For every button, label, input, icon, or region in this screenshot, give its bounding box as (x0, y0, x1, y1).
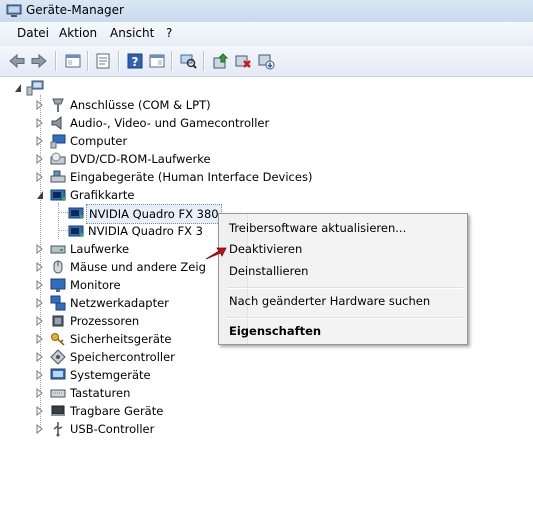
menu-help[interactable]: ? (166, 26, 172, 40)
tree-item-label: DVD/CD-ROM-Laufwerke (70, 152, 211, 166)
menu-item-uninstall[interactable]: Deinstallieren (229, 261, 308, 281)
storage-controller-icon (50, 349, 66, 365)
expand-arrow-icon[interactable] (36, 406, 44, 416)
tree-item-label: Anschlüsse (COM & LPT) (70, 98, 211, 112)
help-icon[interactable]: ? (126, 52, 144, 70)
port-icon (52, 98, 64, 112)
svg-text:?: ? (132, 55, 139, 69)
action-pane-icon[interactable] (148, 52, 166, 70)
title-bar: Geräte-Manager (0, 0, 533, 23)
properties-icon[interactable] (94, 52, 112, 70)
display-adapter-icon (68, 207, 84, 219)
window-title: Geräte-Manager (26, 3, 124, 17)
toolbar: ? (0, 46, 533, 77)
collapse-arrow-icon[interactable] (36, 190, 44, 200)
speaker-icon (51, 115, 62, 131)
mouse-icon (53, 260, 63, 274)
toolbar-separator (55, 51, 56, 71)
toolbar-separator (87, 51, 88, 71)
expand-arrow-icon[interactable] (36, 172, 44, 182)
expand-arrow-icon[interactable] (36, 370, 44, 380)
expand-arrow-icon[interactable] (36, 244, 44, 254)
expand-arrow-icon[interactable] (36, 136, 44, 146)
collapse-arrow-icon[interactable] (14, 83, 22, 93)
expand-arrow-icon[interactable] (36, 100, 44, 110)
computer-icon (50, 134, 66, 149)
tree-item-label: Grafikkarte (70, 188, 135, 202)
menu-item-update-driver[interactable]: Treibersoftware aktualisieren... (229, 218, 406, 238)
tree-item-label: NVIDIA Quadro FX 3 (88, 224, 203, 238)
expand-arrow-icon[interactable] (36, 154, 44, 164)
expand-arrow-icon[interactable] (36, 262, 44, 272)
display-adapter-icon (68, 225, 84, 237)
tree-guide-line (58, 212, 68, 213)
expand-arrow-icon[interactable] (36, 280, 44, 290)
tree-item-label: Prozessoren (70, 314, 140, 328)
tree-item-label: Monitore (70, 278, 121, 292)
show-hide-console-tree-icon[interactable] (64, 52, 82, 70)
expand-arrow-icon[interactable] (36, 118, 44, 128)
menu-item-disable[interactable]: Deaktivieren (229, 239, 302, 259)
expand-arrow-icon[interactable] (36, 352, 44, 362)
forward-icon[interactable] (30, 52, 48, 70)
display-adapter-icon (50, 189, 66, 201)
computer-root-icon[interactable] (26, 80, 44, 96)
tree-item-label: Netzwerkadapter (70, 296, 169, 310)
menu-aktion[interactable]: Aktion (59, 26, 97, 40)
context-menu: Treibersoftware aktualisieren... Deaktiv… (218, 213, 468, 345)
input-device-icon (50, 170, 66, 183)
tree-item-label: Audio-, Video- und Gamecontroller (70, 116, 270, 130)
expand-arrow-icon[interactable] (36, 298, 44, 308)
uninstall-icon[interactable] (234, 52, 252, 70)
toolbar-separator (118, 51, 119, 71)
network-adapter-icon (50, 295, 66, 311)
menu-datei[interactable]: Datei (17, 26, 49, 40)
tree-item-label: Tastaturen (70, 386, 131, 400)
toolbar-separator (203, 51, 204, 71)
device-manager-icon (6, 4, 22, 17)
red-arrow-pointer-icon (205, 247, 227, 260)
tree-item-label: Tragbare Geräte (70, 404, 164, 418)
portable-device-icon (51, 405, 65, 416)
tree-item-label: Computer (70, 134, 128, 148)
expand-arrow-icon[interactable] (36, 334, 44, 344)
tree-item-label: NVIDIA Quadro FX 380 (86, 204, 222, 224)
menu-item-properties[interactable]: Eigenschaften (229, 321, 321, 341)
monitor-icon (50, 278, 66, 292)
expand-arrow-icon[interactable] (36, 316, 44, 326)
dvd-drive-icon (50, 152, 66, 165)
tree-item-label: Speichercontroller (70, 350, 175, 364)
tree-item-label: Systemgeräte (70, 368, 151, 382)
tree-item-label: Sicherheitsgeräte (70, 332, 172, 346)
toolbar-separator (171, 51, 172, 71)
tree-item-label: USB-Controller (70, 422, 155, 436)
tree-item-label: Laufwerke (70, 242, 130, 256)
tree-guide-line (58, 230, 68, 231)
system-device-icon (50, 368, 66, 380)
keyboard-icon (50, 389, 66, 398)
expand-arrow-icon[interactable] (36, 424, 44, 434)
update-driver-icon[interactable] (211, 52, 229, 70)
menu-ansicht[interactable]: Ansicht (110, 26, 154, 40)
tree-guide-line (58, 203, 59, 239)
menu-item-scan-hardware[interactable]: Nach geänderter Hardware suchen (229, 291, 430, 311)
disk-drive-icon (50, 245, 66, 254)
menu-separator (227, 287, 463, 289)
expand-arrow-icon[interactable] (36, 388, 44, 398)
scan-hardware-icon[interactable] (179, 52, 197, 70)
tree-item-label: Eingabegeräte (Human Interface Devices) (70, 170, 313, 184)
menu-bar: Datei Aktion Ansicht ? (0, 22, 533, 47)
processor-icon (52, 315, 64, 327)
menu-separator (227, 317, 463, 319)
key-icon (51, 333, 65, 346)
usb-icon (53, 422, 63, 437)
disable-icon[interactable] (257, 52, 275, 70)
back-icon[interactable] (8, 52, 26, 70)
tree-item-label: Mäuse und andere Zeig (70, 260, 206, 274)
